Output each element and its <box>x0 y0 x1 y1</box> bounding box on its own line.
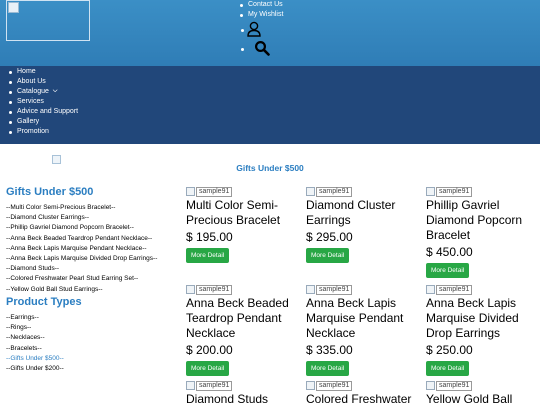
product-card: sample91 Yellow Gold Ball <box>426 380 538 407</box>
list-bullet <box>241 29 244 32</box>
sidebar-gift-link[interactable]: --Anna Beck Lapis Marquise Divided Drop … <box>6 254 157 264</box>
main-nav: Home About Us Catalogue ⌵ Services Advice… <box>0 66 540 144</box>
chevron-down-icon[interactable]: ⌵ <box>53 88 58 94</box>
product-name[interactable]: Anna Beck Lapis Marquise Divided Drop Ea… <box>426 296 538 341</box>
broken-image-icon <box>306 285 315 294</box>
product-price: $ 450.00 <box>426 245 473 259</box>
product-name[interactable]: Multi Color Semi-Precious Bracelet <box>186 198 298 228</box>
nav-item-promotion[interactable]: Promotion <box>8 127 78 137</box>
broken-image-icon <box>306 381 315 390</box>
broken-image-icon <box>8 2 19 13</box>
more-detail-button[interactable]: More Detail <box>186 248 230 263</box>
product-thumbnail[interactable]: sample91 <box>306 380 418 391</box>
broken-image-icon <box>306 187 315 196</box>
product-price: $ 250.00 <box>426 343 473 357</box>
top-header: Contact Us My Wishlist <box>0 0 540 66</box>
product-name[interactable]: Anna Beck Lapis Marquise Pendant Necklac… <box>306 296 418 341</box>
sidebar-gift-link[interactable]: --Diamond Cluster Earrings-- <box>6 213 157 223</box>
sidebar-type-gifts-under-200[interactable]: --Gifts Under $200-- <box>6 364 64 374</box>
product-price: $ 295.00 <box>306 230 353 244</box>
broken-image-icon <box>426 381 435 390</box>
contact-us-link[interactable]: Contact Us <box>240 0 283 10</box>
list-bullet <box>241 48 244 51</box>
product-card: sample91 Colored Freshwater <box>306 380 418 407</box>
product-thumbnail[interactable]: sample91 <box>306 186 418 197</box>
product-card: sample91 Diamond Cluster Earrings $ 295.… <box>306 186 418 263</box>
nav-item-about-us[interactable]: About Us <box>8 77 78 87</box>
search-icon[interactable] <box>254 40 270 56</box>
more-detail-button[interactable]: More Detail <box>426 361 470 376</box>
more-detail-button[interactable]: More Detail <box>186 361 230 376</box>
product-thumbnail[interactable]: sample91 <box>426 284 538 295</box>
nav-item-services[interactable]: Services <box>8 97 78 107</box>
top-links: Contact Us My Wishlist <box>240 0 283 20</box>
product-card: sample91 Anna Beck Lapis Marquise Divide… <box>426 284 538 376</box>
sidebar-gift-link[interactable]: --Diamond Studs-- <box>6 264 157 274</box>
nav-item-gallery[interactable]: Gallery <box>8 117 78 127</box>
product-thumbnail[interactable]: sample91 <box>426 380 538 391</box>
more-detail-button[interactable]: More Detail <box>306 248 350 263</box>
nav-item-home[interactable]: Home <box>8 67 78 77</box>
sidebar-types-title: Product Types <box>6 296 82 308</box>
product-card: sample91 Anna Beck Lapis Marquise Pendan… <box>306 284 418 376</box>
product-name[interactable]: Anna Beck Beaded Teardrop Pendant Neckla… <box>186 296 298 341</box>
sidebar-gifts-list: --Multi Color Semi-Precious Bracelet-- -… <box>6 203 157 295</box>
sidebar-type-necklaces[interactable]: --Necklaces-- <box>6 333 64 343</box>
sidebar-gifts-title: Gifts Under $500 <box>6 186 94 198</box>
broken-image-icon <box>186 381 195 390</box>
product-thumbnail[interactable]: sample91 <box>186 284 298 295</box>
sidebar-gift-link[interactable]: --Colored Freshwater Pearl Stud Earring … <box>6 274 157 284</box>
broken-image-icon <box>426 285 435 294</box>
sidebar-types-list: --Earrings-- --Rings-- --Necklaces-- --B… <box>6 313 64 374</box>
sidebar-gift-link[interactable]: --Anna Beck Beaded Teardrop Pendant Neck… <box>6 234 157 244</box>
sidebar-type-gifts-under-500[interactable]: --Gifts Under $500-- <box>6 354 64 364</box>
nav-item-advice-and-support[interactable]: Advice and Support <box>8 107 78 117</box>
sidebar-type-bracelets[interactable]: --Bracelets-- <box>6 344 64 354</box>
sidebar-gift-link[interactable]: --Phillip Gavriel Diamond Popcorn Bracel… <box>6 223 157 233</box>
broken-image-icon <box>186 187 195 196</box>
product-thumbnail[interactable]: sample91 <box>426 186 538 197</box>
broken-image-icon <box>52 155 61 164</box>
product-name[interactable]: Phillip Gavriel Diamond Popcorn Bracelet <box>426 198 538 243</box>
product-thumbnail[interactable]: sample91 <box>186 380 298 391</box>
product-thumbnail[interactable]: sample91 <box>306 284 418 295</box>
broken-image-icon <box>426 187 435 196</box>
more-detail-button[interactable]: More Detail <box>306 361 350 376</box>
broken-image-icon <box>186 285 195 294</box>
product-card: sample91 Diamond Studs <box>186 380 298 407</box>
product-card: sample91 Multi Color Semi-Precious Brace… <box>186 186 298 263</box>
nav-item-catalogue[interactable]: Catalogue ⌵ <box>8 87 78 97</box>
sidebar-gift-link[interactable]: --Multi Color Semi-Precious Bracelet-- <box>6 203 157 213</box>
product-thumbnail[interactable]: sample91 <box>186 186 298 197</box>
nav-item-catalogue-label: Catalogue <box>17 88 49 95</box>
product-card: sample91 Phillip Gavriel Diamond Popcorn… <box>426 186 538 278</box>
more-detail-button[interactable]: More Detail <box>426 263 470 278</box>
page-title: Gifts Under $500 <box>236 163 304 173</box>
site-logo[interactable] <box>6 0 90 41</box>
sidebar-gift-link[interactable]: --Anna Beck Lapis Marquise Pendant Neckl… <box>6 244 157 254</box>
sidebar-type-earrings[interactable]: --Earrings-- <box>6 313 64 323</box>
product-name[interactable]: Diamond Cluster Earrings <box>306 198 418 228</box>
product-card: sample91 Anna Beck Beaded Teardrop Penda… <box>186 284 298 376</box>
product-price: $ 195.00 <box>186 230 233 244</box>
my-wishlist-link[interactable]: My Wishlist <box>240 10 283 20</box>
product-price: $ 200.00 <box>186 343 233 357</box>
sidebar-type-rings[interactable]: --Rings-- <box>6 323 64 333</box>
user-icon[interactable] <box>246 21 262 37</box>
sidebar-gift-link[interactable]: --Yellow Gold Ball Stud Earrings-- <box>6 285 157 295</box>
product-price: $ 335.00 <box>306 343 353 357</box>
